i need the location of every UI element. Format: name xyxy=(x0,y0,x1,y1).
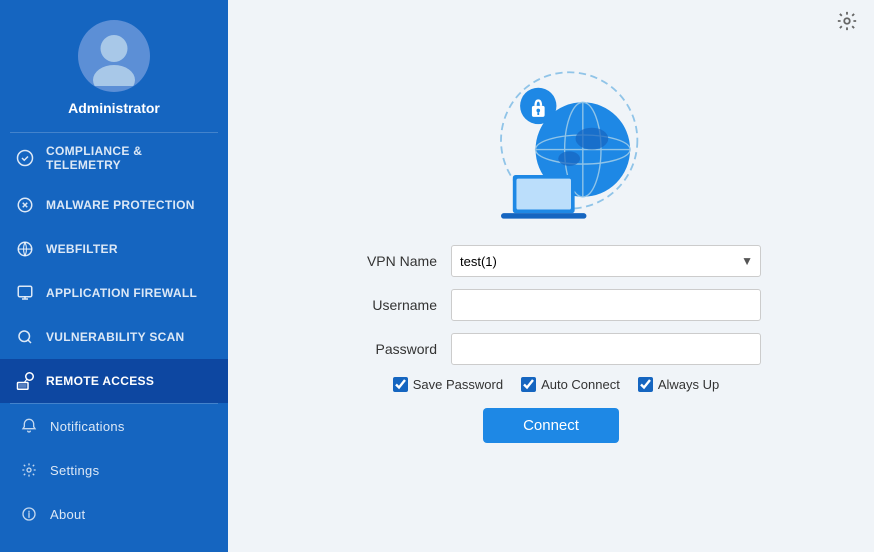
save-password-checkbox-label[interactable]: Save Password xyxy=(393,377,503,392)
compliance-icon xyxy=(14,147,36,169)
sidebar-item-vulnscan[interactable]: VULNERABILITY SCAN xyxy=(0,315,228,359)
auto-connect-text: Auto Connect xyxy=(541,377,620,392)
main-content: VPN Name test(1) test(2) office-vpn ▼ Us… xyxy=(228,45,874,552)
always-up-checkbox[interactable] xyxy=(638,377,653,392)
checkboxes-row: Save Password Auto Connect Always Up xyxy=(341,377,761,392)
sidebar-item-malware[interactable]: MALWARE PROTECTION xyxy=(0,183,228,227)
sidebar-item-compliance[interactable]: COMPLIANCE & TELEMETRY xyxy=(0,133,228,183)
gear-icon xyxy=(836,10,858,32)
save-password-checkbox[interactable] xyxy=(393,377,408,392)
always-up-text: Always Up xyxy=(658,377,719,392)
profile-name: Administrator xyxy=(68,100,160,116)
main-panel: VPN Name test(1) test(2) office-vpn ▼ Us… xyxy=(228,0,874,552)
sidebar-item-remoteaccess[interactable]: REMOTE ACCESS xyxy=(0,359,228,403)
sidebar-item-notifications[interactable]: Notifications xyxy=(0,404,228,448)
sidebar-item-appfirewall[interactable]: APPLICATION FIREWALL xyxy=(0,271,228,315)
password-label: Password xyxy=(341,341,451,357)
avatar xyxy=(78,20,150,92)
firewall-icon xyxy=(14,282,36,304)
sidebar: Administrator COMPLIANCE & TELEMETRY MAL… xyxy=(0,0,228,552)
sidebar-item-settings[interactable]: Settings xyxy=(0,448,228,492)
vpn-name-select[interactable]: test(1) test(2) office-vpn xyxy=(451,245,761,277)
sidebar-item-webfilter-label: WEBFILTER xyxy=(46,242,118,256)
password-input[interactable] xyxy=(451,333,761,365)
about-icon xyxy=(18,503,40,525)
sidebar-item-malware-label: MALWARE PROTECTION xyxy=(46,198,195,212)
sidebar-item-vulnscan-label: VULNERABILITY SCAN xyxy=(46,330,185,344)
malware-icon xyxy=(14,194,36,216)
sidebar-item-about[interactable]: About xyxy=(0,492,228,536)
notifications-icon xyxy=(18,415,40,437)
auto-connect-checkbox[interactable] xyxy=(521,377,536,392)
save-password-text: Save Password xyxy=(413,377,503,392)
password-row: Password xyxy=(341,333,761,365)
sidebar-item-appfirewall-label: APPLICATION FIREWALL xyxy=(46,286,197,300)
webfilter-icon xyxy=(14,238,36,260)
always-up-checkbox-label[interactable]: Always Up xyxy=(638,377,719,392)
gear-button[interactable] xyxy=(836,10,858,35)
sidebar-item-webfilter[interactable]: WEBFILTER xyxy=(0,227,228,271)
username-input[interactable] xyxy=(451,289,761,321)
sidebar-item-remoteaccess-label: REMOTE ACCESS xyxy=(46,374,154,388)
connect-button[interactable]: Connect xyxy=(483,408,619,443)
notifications-label: Notifications xyxy=(50,419,125,434)
vpn-name-select-wrapper: test(1) test(2) office-vpn ▼ xyxy=(451,245,761,277)
vpn-name-row: VPN Name test(1) test(2) office-vpn ▼ xyxy=(341,245,761,277)
main-header xyxy=(228,0,874,45)
vpn-form: VPN Name test(1) test(2) office-vpn ▼ Us… xyxy=(341,245,761,443)
about-label: About xyxy=(50,507,85,522)
remoteaccess-icon xyxy=(14,370,36,392)
vpn-illustration xyxy=(451,55,651,235)
username-label: Username xyxy=(341,297,451,313)
auto-connect-checkbox-label[interactable]: Auto Connect xyxy=(521,377,620,392)
sidebar-item-compliance-label: COMPLIANCE & TELEMETRY xyxy=(46,144,214,172)
vpn-name-label: VPN Name xyxy=(341,253,451,269)
username-row: Username xyxy=(341,289,761,321)
profile-section: Administrator xyxy=(0,0,228,132)
settings-label: Settings xyxy=(50,463,99,478)
settings-icon xyxy=(18,459,40,481)
avatar-icon xyxy=(84,26,144,86)
vulnscan-icon xyxy=(14,326,36,348)
